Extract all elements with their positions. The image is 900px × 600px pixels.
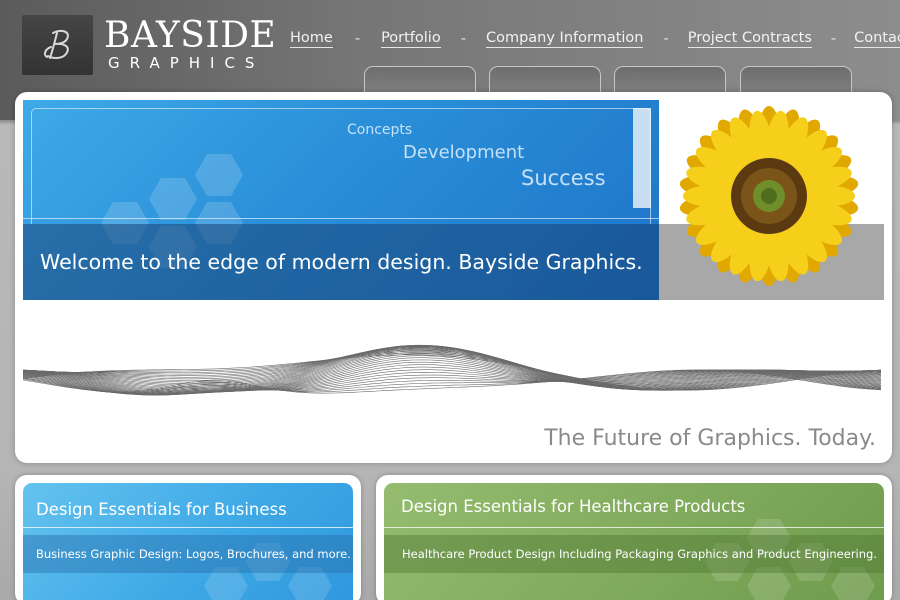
nav-separator: - [354,31,361,47]
logo-monogram[interactable] [22,15,93,75]
nav-project-contracts[interactable]: Project Contracts [687,30,812,48]
hero-divider [23,218,659,219]
healthcare-panel-inner: Design Essentials for Healthcare Product… [384,483,884,600]
healthcare-panel[interactable]: Design Essentials for Healthcare Product… [376,475,892,600]
hero-welcome-text: Welcome to the edge of modern design. Ba… [40,250,643,274]
nav-separator: - [830,31,837,47]
hero-word-success: Success [521,166,606,190]
brand-wordmark[interactable]: BAYSIDE GRAPHICS [104,15,277,73]
panel-divider [23,527,353,528]
hero-banner[interactable]: Concepts Development Success Welcome to … [23,100,659,300]
nav-contact-us[interactable]: Contact Us [854,30,900,48]
nav-separator: - [663,31,669,47]
hero-accent-bar [633,108,651,208]
tagline: The Future of Graphics. Today. [544,426,876,451]
brand-title: BAYSIDE [104,15,277,56]
wave-line-art [23,344,882,396]
healthcare-panel-subtitle: Healthcare Product Design Including Pack… [402,547,877,561]
hero-word-concepts: Concepts [347,122,413,138]
main-nav: Home - Portfolio - Company Information -… [290,28,900,50]
nav-separator: - [460,31,466,47]
business-panel[interactable]: Design Essentials for Business Business … [15,475,361,600]
panel-divider [384,527,884,528]
main-panel: Concepts Development Success Welcome to … [15,92,892,463]
sunflower-icon [679,106,859,286]
sunflower-image [659,100,884,300]
brand-subtitle: GRAPHICS [108,54,265,72]
b-monogram-icon [43,30,69,60]
business-panel-subtitle: Business Graphic Design: Logos, Brochure… [36,547,351,561]
hero-word-development: Development [403,142,525,163]
nav-portfolio[interactable]: Portfolio [381,30,441,48]
business-panel-inner: Design Essentials for Business Business … [23,483,353,600]
healthcare-panel-title: Design Essentials for Healthcare Product… [401,497,746,516]
business-panel-title: Design Essentials for Business [36,500,287,519]
nav-company-information[interactable]: Company Information [485,30,644,48]
nav-home[interactable]: Home [290,30,333,48]
